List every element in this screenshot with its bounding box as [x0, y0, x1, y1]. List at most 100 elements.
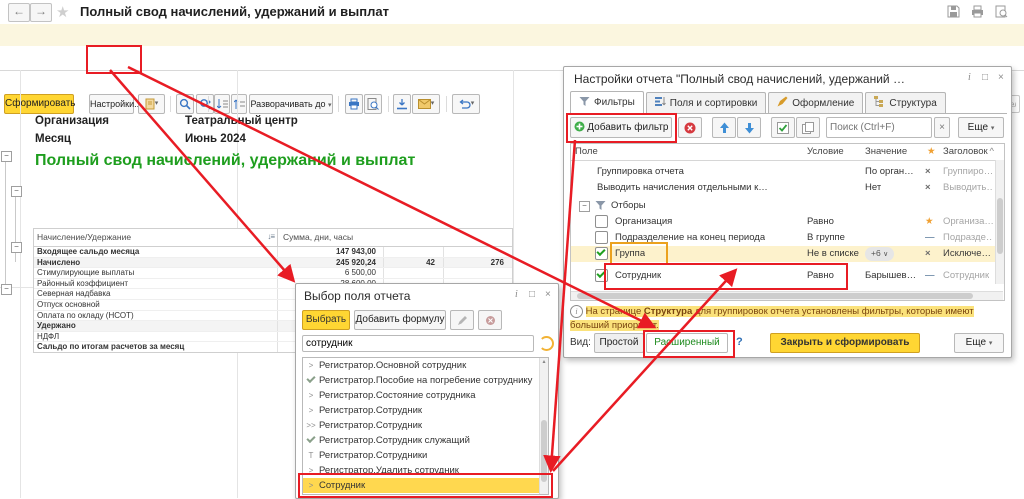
field-choice-dialog: Выбор поля отчета i □ × Выбрать Добавить…	[295, 283, 559, 499]
edit-button[interactable]	[450, 310, 474, 330]
star-flag-icon[interactable]: ★	[925, 216, 934, 227]
field-item-label: Сотрудник	[319, 480, 365, 491]
field-list-item[interactable]: Регистратор.Пособие на погребение сотруд…	[303, 373, 548, 388]
back-button[interactable]: ←	[8, 3, 30, 22]
group-expander-icon[interactable]: −	[11, 242, 22, 253]
field-item-label: Регистратор.Сотрудник служащий	[319, 435, 470, 446]
report-cell: 42	[384, 258, 444, 268]
report-cell: Отпуск основной	[34, 300, 278, 310]
field-list-item[interactable]: >Регистратор.Основной сотрудник	[303, 358, 548, 373]
field-search-input[interactable]	[302, 335, 534, 352]
group-expander-icon[interactable]: −	[1, 151, 12, 162]
close-and-generate-button[interactable]: Закрыть и сформировать	[770, 333, 920, 353]
forward-button[interactable]: →	[30, 3, 52, 22]
report-cell	[384, 268, 444, 278]
help-link[interactable]: ?	[736, 336, 743, 348]
settings-filter-row[interactable]: Группировка отчетаПо орган…×Группиро…	[571, 164, 995, 180]
filter-checkbox[interactable]	[595, 231, 608, 244]
field-list-item[interactable]: TРегистратор.Сотрудники	[303, 448, 548, 463]
save-icon[interactable]	[947, 5, 960, 18]
report-row[interactable]: Начислено245 920,2442276	[34, 258, 512, 269]
report-cell: Оплата по окладу (НСОТ)	[34, 311, 278, 321]
filter-checkbox[interactable]	[595, 269, 608, 282]
expand-icon: >	[303, 391, 319, 400]
add-filter-button[interactable]: Добавить фильтр	[570, 117, 672, 138]
more-menu-icon[interactable]: i	[968, 72, 971, 83]
report-settings-dialog: Настройки отчета "Полный свод начислений…	[563, 66, 1012, 358]
close-icon[interactable]: ×	[545, 289, 551, 300]
footer-more-button[interactable]: Еще ▾	[954, 333, 1004, 353]
maximize-icon[interactable]: □	[982, 72, 988, 83]
expand-icon: >	[303, 406, 319, 415]
settings-filter-row[interactable]: ГруппаНе в списке+6 ∨×Исключе…	[571, 246, 995, 262]
select-button[interactable]: Выбрать	[302, 310, 350, 330]
x-flag-icon[interactable]: ×	[925, 182, 931, 193]
uncheck-all-button[interactable]	[796, 117, 820, 138]
settings-filter-row[interactable]: ОрганизацияРавно★Организа…	[571, 214, 995, 230]
view-label: Вид:	[570, 337, 591, 348]
more-button[interactable]: Еще ▾	[958, 117, 1004, 138]
tab-structure[interactable]: Структура	[865, 92, 945, 113]
clear-button[interactable]	[478, 310, 502, 330]
tab-filters[interactable]: Фильтры	[570, 91, 644, 113]
check-all-button[interactable]	[771, 117, 795, 138]
field-list-item[interactable]: >Регистратор.Сотрудник	[303, 403, 548, 418]
field-list-item[interactable]: >Регистратор.Удалить сотрудник	[303, 463, 548, 478]
x-flag-icon[interactable]: ×	[925, 248, 931, 259]
field-list-item[interactable]: Регистратор.Сотрудник служащий	[303, 433, 548, 448]
print-icon[interactable]	[971, 5, 984, 18]
field-list-item[interactable]: >>Регистратор.Сотрудник	[303, 418, 548, 433]
report-cell: Стимулирующие выплаты	[34, 268, 278, 278]
filter-header-cell: Выводить…	[943, 182, 993, 193]
delete-filter-button[interactable]	[678, 117, 702, 138]
filter-checkbox[interactable]	[595, 215, 608, 228]
report-cell: Начислено	[34, 258, 278, 268]
filter-value: По орган…	[865, 166, 914, 177]
x-flag-icon[interactable]: ×	[925, 166, 931, 177]
filter-checkbox[interactable]	[595, 247, 608, 260]
maximize-icon[interactable]: □	[529, 289, 535, 300]
dash-flag-icon[interactable]: —	[925, 232, 935, 243]
structure-icon	[874, 96, 885, 110]
simple-view-button[interactable]: Простой	[594, 333, 644, 353]
advanced-view-button[interactable]: Расширенный	[646, 333, 728, 353]
horizontal-scrollbar[interactable]	[571, 291, 1003, 300]
field-list-item[interactable]: >Регистратор.Состояние сотрудника	[303, 388, 548, 403]
more-menu-icon[interactable]: i	[515, 289, 518, 300]
tab-fields-sort[interactable]: Поля и сортировки	[646, 92, 767, 113]
dash-flag-icon[interactable]: —	[925, 270, 935, 281]
sort-icon[interactable]: ↓≡	[267, 232, 274, 241]
scrollbar[interactable]: ▴	[539, 358, 548, 494]
sort-asc-icon: ^	[990, 146, 994, 157]
filter-field-label: Выводить начисления отдельными к…	[597, 182, 768, 193]
close-icon[interactable]: ×	[998, 72, 1004, 83]
move-down-button[interactable]	[737, 117, 761, 138]
filter-field-label: Сотрудник	[615, 270, 661, 281]
add-formula-button[interactable]: Добавить формулу	[354, 310, 446, 330]
clear-search-icon[interactable]: ×	[934, 117, 950, 138]
favorite-star-icon[interactable]: ★	[56, 3, 69, 21]
report-row[interactable]: Стимулирующие выплаты6 500,00	[34, 268, 512, 279]
group-expander-icon[interactable]: −	[11, 186, 22, 197]
tab-appearance[interactable]: Оформление	[768, 92, 863, 113]
funnel-icon	[595, 200, 606, 214]
settings-filter-row[interactable]: Подразделение на конец периодаВ группе—П…	[571, 230, 995, 246]
field-list-item[interactable]: >Сотрудник	[303, 478, 548, 493]
vertical-scrollbar[interactable]	[995, 160, 1004, 284]
group-expander-icon[interactable]: −	[1, 284, 12, 295]
collapse-expander-icon[interactable]: −	[579, 200, 590, 212]
titlebar: ← → ★ Полный свод начислений, удержаний …	[0, 0, 1024, 24]
org-value: Театральный центр	[185, 115, 298, 127]
report-cell: 147 943,00	[278, 247, 384, 257]
filter-group-row[interactable]: −Отборы	[571, 198, 995, 214]
page-title: Полный свод начислений, удержаний и выпл…	[80, 4, 389, 19]
filter-search-input[interactable]	[826, 117, 932, 138]
settings-filter-row[interactable]: Выводить начисления отдельными к…Нет×Выв…	[571, 180, 995, 196]
settings-filter-row[interactable]: СотрудникРавноБарышев…—Сотрудник	[571, 268, 995, 284]
print-preview-icon[interactable]	[995, 5, 1008, 18]
move-up-button[interactable]	[712, 117, 736, 138]
expand-icon: >	[303, 361, 319, 370]
report-row[interactable]: Входящее сальдо месяца147 943,00	[34, 247, 512, 258]
disabled-clear-icon	[485, 315, 496, 326]
check-sheet-icon	[777, 122, 789, 134]
